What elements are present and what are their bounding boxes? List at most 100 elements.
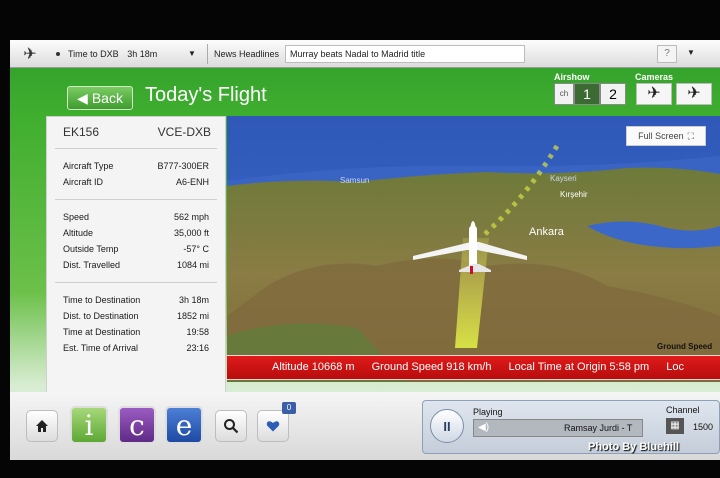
info-value: 23:16: [186, 343, 209, 353]
communication-c-icon: c: [129, 408, 145, 442]
info-i-icon: i: [84, 408, 94, 442]
divider: [207, 43, 208, 64]
favourites-button[interactable]: [257, 410, 289, 442]
airplane-icon: ✈: [647, 85, 661, 102]
help-button[interactable]: ?: [657, 45, 677, 63]
info-row: Est. Time of Arrival 23:16: [47, 340, 225, 356]
play-pause-button[interactable]: II: [430, 409, 464, 443]
info-row: Time to Destination 3h 18m: [47, 292, 225, 308]
info-value: B777-300ER: [157, 161, 209, 171]
home-button[interactable]: [26, 410, 58, 442]
airplane-icon: ✈: [687, 85, 701, 102]
divider: [55, 199, 217, 200]
info-label: Aircraft ID: [63, 177, 104, 187]
track-name: Ramsay Jurdi - T: [564, 423, 633, 433]
ticker-local-time: Local Time at Origin 5:58 pm: [508, 361, 650, 373]
back-label: Back: [91, 90, 123, 106]
city-label: Kayseri: [550, 174, 577, 183]
airshow-channel-1-button[interactable]: 1: [574, 83, 600, 105]
info-label: Dist. Travelled: [63, 260, 121, 270]
flight-route: VCE-DXB: [157, 125, 211, 139]
flight-number: EK156: [63, 125, 100, 139]
city-label: Kırşehir: [560, 190, 588, 199]
time-to-destination-status: Time to DXB 3h 18m: [68, 49, 183, 59]
info-value: 1852 mi: [176, 311, 209, 321]
channel-label: ch: [554, 83, 574, 105]
city-label: Ankara: [529, 226, 564, 238]
full-screen-label: Full Screen: [638, 131, 684, 141]
info-row: Speed 562 mph: [47, 209, 225, 225]
search-icon: [224, 419, 239, 434]
airplane-icon: ✈: [23, 45, 37, 63]
cameras-label: Cameras: [635, 72, 674, 82]
flight-header: EK156 VCE-DXB: [47, 117, 225, 139]
info-label: Altitude: [63, 228, 94, 238]
info-value: 19:58: [186, 327, 209, 337]
page-title: Today's Flight: [145, 84, 267, 106]
map-terrain: [227, 116, 720, 382]
camera-side-button[interactable]: ✈: [676, 83, 712, 105]
ice-information-button[interactable]: i: [70, 406, 108, 444]
expand-icon: ⛶: [687, 130, 694, 141]
flight-map-view[interactable]: Full Screen ⛶ Samsun Kayseri Kırşehir An…: [227, 116, 720, 382]
info-label: Est. Time of Arrival: [63, 343, 139, 353]
divider: [55, 148, 217, 149]
info-row: Altitude 35,000 ft: [47, 225, 225, 241]
city-label: Samsun: [340, 176, 370, 185]
time-to-value: 3h 18m: [127, 48, 158, 59]
home-icon: [36, 420, 48, 432]
info-label: Speed: [63, 212, 90, 222]
ground-speed-label: Ground Speed: [657, 342, 713, 351]
top-bar: ✈ Time to DXB 3h 18m ▼ News Headlines Mu…: [10, 40, 720, 68]
news-headline-ticker[interactable]: Murray beats Nadal to Madrid title: [285, 44, 526, 63]
favourites-count-badge: 0: [282, 402, 296, 414]
chevron-down-icon[interactable]: ▼: [687, 48, 695, 57]
now-playing-track[interactable]: ◀) Ramsay Jurdi - T: [473, 419, 643, 437]
info-value: 1084 mi: [176, 260, 209, 270]
ticker-altitude: Altitude 10668 m: [272, 361, 355, 373]
search-button[interactable]: [215, 410, 247, 442]
info-row: Dist. Travelled 1084 mi: [47, 257, 225, 273]
full-screen-button[interactable]: Full Screen ⛶: [626, 126, 706, 146]
channel-number: 1500: [693, 422, 714, 432]
camera-front-button[interactable]: ✈: [636, 83, 672, 105]
back-button[interactable]: ◀ Back: [67, 86, 133, 110]
info-row: Dist. to Destination 1852 mi: [47, 308, 225, 324]
info-row: Time at Destination 19:58: [47, 324, 225, 340]
info-label: Time at Destination: [63, 327, 141, 337]
info-label: Aircraft Type: [63, 161, 114, 171]
news-headlines-label: News Headlines: [214, 48, 280, 59]
ice-entertainment-button[interactable]: e: [165, 406, 203, 444]
info-value: 562 mph: [173, 212, 209, 222]
time-to-label: Time to DXB: [68, 48, 119, 59]
info-value: 35,000 ft: [173, 228, 209, 238]
info-label: Time to Destination: [63, 295, 141, 305]
ticker-ground-speed: Ground Speed 918 km/h: [371, 361, 492, 373]
info-row: Aircraft Type B777-300ER: [47, 158, 225, 174]
info-label: Outside Temp: [63, 244, 119, 254]
entertainment-e-icon: e: [175, 408, 193, 442]
keypad-icon[interactable]: ▦: [666, 418, 684, 434]
info-value: 3h 18m: [178, 295, 209, 305]
flight-data-ticker: Altitude 10668 m Ground Speed 918 km/h L…: [227, 355, 720, 380]
info-value: -57° C: [183, 244, 209, 254]
ife-screen: ✈ Time to DXB 3h 18m ▼ News Headlines Mu…: [10, 40, 720, 460]
heart-icon: [266, 421, 280, 432]
volume-icon[interactable]: ◀): [478, 422, 489, 433]
ticker-overflow: Loc: [666, 361, 684, 373]
ice-communication-button[interactable]: c: [118, 406, 156, 444]
info-value: A6-ENH: [175, 177, 209, 187]
bullet-icon: [56, 51, 60, 56]
airshow-channel-2-button[interactable]: 2: [600, 83, 626, 105]
info-row: Aircraft ID A6-ENH: [47, 174, 225, 190]
divider: [55, 282, 217, 283]
back-arrow-icon: ◀: [77, 89, 88, 106]
playing-label: Playing: [473, 407, 503, 417]
photo-credit-watermark: Photo By Bluehill: [588, 441, 680, 453]
channel-label: Channel: [666, 405, 700, 415]
flight-info-panel: EK156 VCE-DXB Aircraft Type B777-300ER Ai…: [46, 116, 226, 394]
info-row: Outside Temp -57° C: [47, 241, 225, 257]
airshow-label: Airshow: [554, 72, 590, 82]
airshow-channel-selector: ch 1 2: [554, 83, 626, 105]
chevron-down-icon[interactable]: ▼: [183, 49, 201, 58]
